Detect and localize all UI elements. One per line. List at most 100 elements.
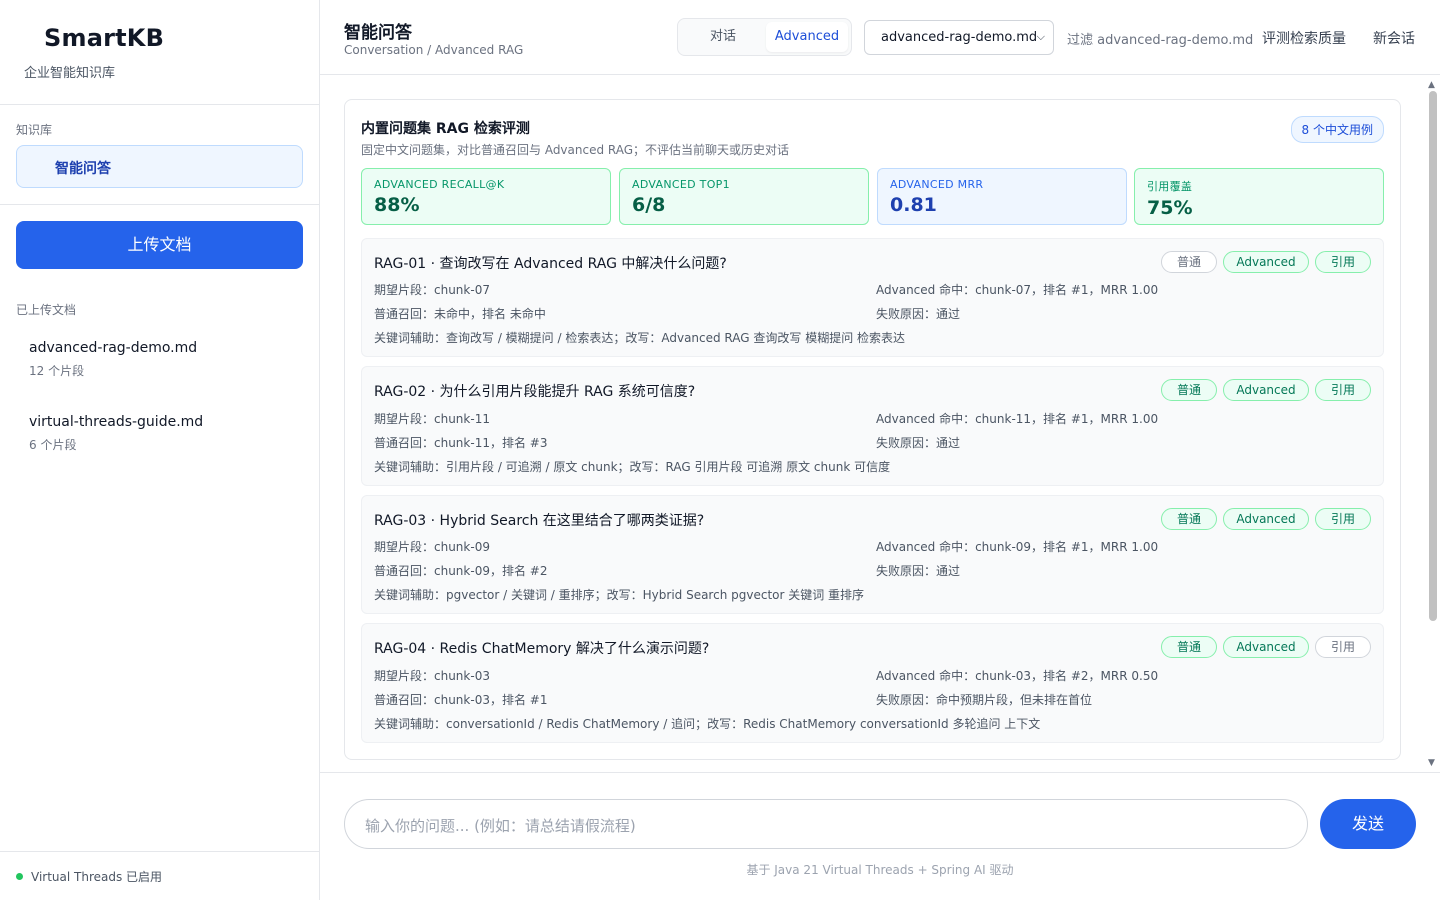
evaluate-quality-link[interactable]: 评测检索质量 xyxy=(1262,28,1346,48)
case-failure-reason: 失败原因：通过 xyxy=(876,564,961,578)
case-count-badge: 8 个中文用例 xyxy=(1290,116,1384,143)
tag-advanced: Advanced xyxy=(1223,636,1309,658)
case-expected: 期望片段：chunk-03 xyxy=(374,669,490,683)
sidebar-item-smart-qa[interactable]: 智能问答 xyxy=(16,145,303,188)
evaluation-subtitle: 固定中文问题集，对比普通召回与 Advanced RAG；不评估当前聊天或历史对… xyxy=(361,143,790,157)
divider xyxy=(0,104,319,105)
document-chunk-count: 12 个片段 xyxy=(29,364,85,378)
case-advanced-hit: Advanced 命中：chunk-07，排名 #1，MRR 1.00 xyxy=(876,283,1159,297)
metric-value: 6/8 xyxy=(632,194,666,216)
case-keywords: 关键词辅助：引用片段 / 可追溯 / 原文 chunk；改写：RAG 引用片段 … xyxy=(374,460,891,474)
document-select[interactable]: advanced-rag-demo.md ⌵ xyxy=(864,20,1054,55)
metric-card: ADVANCED RECALL@K 88% xyxy=(361,168,611,225)
send-button[interactable]: 发送 xyxy=(1320,799,1416,849)
case-title: RAG-01 · 查询改写在 Advanced RAG 中解决什么问题? xyxy=(374,256,727,272)
header: 智能问答 Conversation / Advanced RAG 对话 Adva… xyxy=(320,0,1440,75)
metric-card: ADVANCED TOP1 6/8 xyxy=(619,168,869,225)
case-baseline: 普通召回：chunk-03，排名 #1 xyxy=(374,693,548,707)
tag-baseline: 普通 xyxy=(1161,251,1217,273)
case-advanced-hit: Advanced 命中：chunk-09，排名 #1，MRR 1.00 xyxy=(876,540,1159,554)
metric-label: ADVANCED RECALL@K xyxy=(374,178,505,191)
evaluation-panel: 内置问题集 RAG 检索评测 固定中文问题集，对比普通召回与 Advanced … xyxy=(344,99,1401,760)
metric-label: ADVANCED TOP1 xyxy=(632,178,730,191)
document-item[interactable]: virtual-threads-guide.md 6 个片段 xyxy=(29,414,203,453)
document-item[interactable]: advanced-rag-demo.md 12 个片段 xyxy=(29,340,197,379)
tag-baseline: 普通 xyxy=(1161,508,1217,530)
chevron-down-icon: ⌵ xyxy=(1036,30,1045,43)
brand-subtitle: 企业智能知识库 xyxy=(24,66,116,81)
document-chunk-count: 6 个片段 xyxy=(29,438,77,452)
case-baseline: 普通召回：chunk-11，排名 #3 xyxy=(374,436,548,450)
case-keywords: 关键词辅助：查询改写 / 模糊提问 / 检索表达；改写：Advanced RAG… xyxy=(374,331,906,345)
tag-citation: 引用 xyxy=(1315,379,1371,401)
scroll-down-icon[interactable]: ▼ xyxy=(1428,758,1435,768)
case-baseline: 普通召回：chunk-09，排名 #2 xyxy=(374,564,548,578)
breadcrumb: Conversation / Advanced RAG xyxy=(344,43,524,57)
evaluation-title: 内置问题集 RAG 检索评测 xyxy=(361,121,530,137)
metric-value: 88% xyxy=(374,194,420,216)
eval-case-card: RAG-03 · Hybrid Search 在这里结合了哪两类证据? 普通 A… xyxy=(361,495,1384,614)
case-keywords: 关键词辅助：pgvector / 关键词 / 重排序；改写：Hybrid Sea… xyxy=(374,588,865,602)
document-name: advanced-rag-demo.md xyxy=(29,340,198,356)
case-title: RAG-03 · Hybrid Search 在这里结合了哪两类证据? xyxy=(374,513,705,529)
status-text: Virtual Threads 已启用 xyxy=(31,870,163,884)
question-input[interactable]: 输入你的问题... (例如：请总结请假流程) xyxy=(344,799,1308,849)
metric-label: ADVANCED MRR xyxy=(890,178,984,191)
eval-case-card: RAG-04 · Redis ChatMemory 解决了什么演示问题? 普通 … xyxy=(361,623,1384,743)
sidebar: SmartKB 企业智能知识库 知识库 智能问答 上传文档 已上传文档 adva… xyxy=(0,0,320,900)
case-advanced-hit: Advanced 命中：chunk-11，排名 #1，MRR 1.00 xyxy=(876,412,1159,426)
eval-case-card: RAG-01 · 查询改写在 Advanced RAG 中解决什么问题? 普通 … xyxy=(361,238,1384,357)
tab-chat[interactable]: 对话 xyxy=(682,22,764,52)
case-keywords: 关键词辅助：conversationId / Redis ChatMemory … xyxy=(374,717,1041,731)
tag-baseline: 普通 xyxy=(1161,379,1217,401)
status-dot-icon xyxy=(16,873,23,880)
document-select-value: advanced-rag-demo.md xyxy=(881,30,1038,45)
kb-section-label: 知识库 xyxy=(16,123,53,137)
case-baseline: 普通召回：未命中，排名 未命中 xyxy=(374,307,546,321)
eval-case-card: RAG-02 · 为什么引用片段能提升 RAG 系统可信度? 普通 Advanc… xyxy=(361,366,1384,486)
metric-value: 75% xyxy=(1147,197,1193,219)
mode-toggle: 对话 Advanced xyxy=(677,18,852,56)
case-title: RAG-02 · 为什么引用片段能提升 RAG 系统可信度? xyxy=(374,384,696,400)
metric-card: ADVANCED MRR 0.81 xyxy=(877,168,1127,225)
case-failure-reason: 失败原因：命中预期片段，但未排在首位 xyxy=(876,693,1093,707)
case-expected: 期望片段：chunk-11 xyxy=(374,412,490,426)
main-content: 内置问题集 RAG 检索评测 固定中文问题集，对比普通召回与 Advanced … xyxy=(320,75,1440,772)
case-tags: 普通 Advanced 引用 xyxy=(1161,379,1371,401)
tag-citation: 引用 xyxy=(1315,251,1371,273)
tag-baseline: 普通 xyxy=(1161,636,1217,658)
case-failure-reason: 失败原因：通过 xyxy=(876,436,961,450)
case-tags: 普通 Advanced 引用 xyxy=(1161,508,1371,530)
page-title: 智能问答 xyxy=(344,23,412,43)
case-advanced-hit: Advanced 命中：chunk-03，排名 #2，MRR 0.50 xyxy=(876,669,1159,683)
document-name: virtual-threads-guide.md xyxy=(29,414,204,430)
scroll-thumb[interactable] xyxy=(1429,91,1437,621)
scrollbar[interactable]: ▲ ▼ xyxy=(1426,75,1440,772)
tag-citation: 引用 xyxy=(1315,636,1371,658)
footer-note: 基于 Java 21 Virtual Threads + Spring AI 驱… xyxy=(746,863,1014,877)
filter-text: 过滤 advanced-rag-demo.md xyxy=(1067,33,1254,48)
case-tags: 普通 Advanced 引用 xyxy=(1161,636,1371,658)
case-tags: 普通 Advanced 引用 xyxy=(1161,251,1371,273)
upload-document-button[interactable]: 上传文档 xyxy=(16,221,303,269)
case-expected: 期望片段：chunk-09 xyxy=(374,540,490,554)
case-title: RAG-04 · Redis ChatMemory 解决了什么演示问题? xyxy=(374,641,710,657)
new-session-link[interactable]: 新会话 xyxy=(1373,28,1415,48)
brand: SmartKB xyxy=(0,0,319,52)
scroll-up-icon[interactable]: ▲ xyxy=(1428,80,1435,90)
metric-label: 引用覆盖 xyxy=(1147,180,1193,193)
case-expected: 期望片段：chunk-07 xyxy=(374,283,490,297)
tag-citation: 引用 xyxy=(1315,508,1371,530)
case-failure-reason: 失败原因：通过 xyxy=(876,307,961,321)
tag-advanced: Advanced xyxy=(1223,251,1309,273)
status-indicator: Virtual Threads 已启用 xyxy=(16,868,162,885)
metric-card: 引用覆盖 75% xyxy=(1134,168,1384,225)
docs-section-label: 已上传文档 xyxy=(16,303,77,317)
metric-value: 0.81 xyxy=(890,194,937,216)
composer: 输入你的问题... (例如：请总结请假流程) 发送 基于 Java 21 Vir… xyxy=(320,772,1440,900)
divider xyxy=(0,851,319,852)
divider xyxy=(0,204,319,205)
brand-title: SmartKB xyxy=(44,24,165,52)
tag-advanced: Advanced xyxy=(1223,508,1309,530)
tab-advanced[interactable]: Advanced xyxy=(766,22,848,52)
